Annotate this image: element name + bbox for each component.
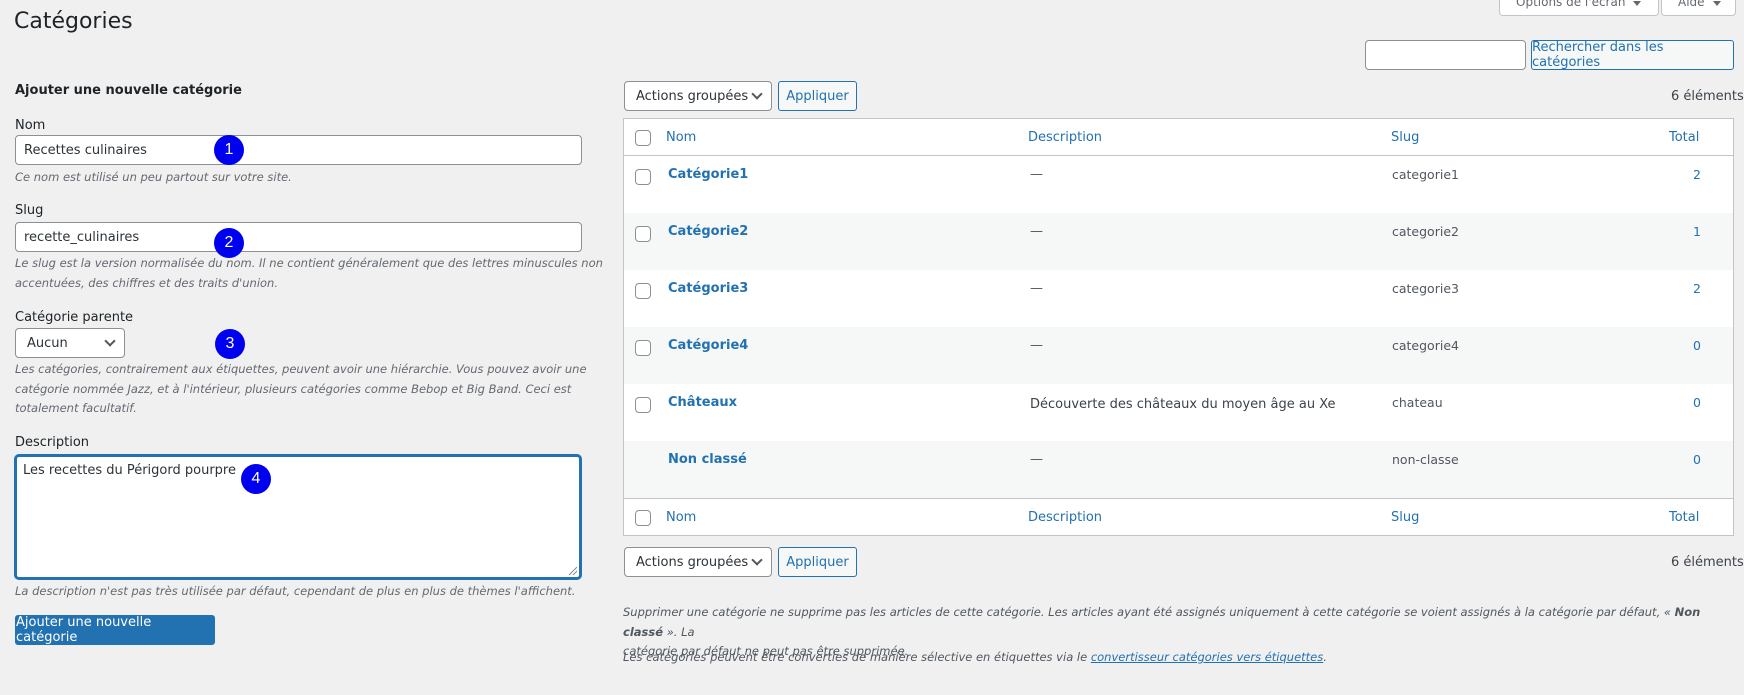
column-slug-footer[interactable]: Slug	[1391, 510, 1419, 525]
category-total-link[interactable]: 0	[1693, 395, 1701, 410]
category-description: —	[1030, 338, 1043, 353]
parent-category-value: Aucun	[27, 335, 68, 351]
chevron-down-icon	[751, 554, 763, 566]
category-name-link[interactable]: Catégorie2	[668, 224, 748, 239]
parent-hint-line-2: catégorie nommée Jazz, et à l'intérieur,…	[15, 382, 572, 396]
category-description: —	[1030, 281, 1043, 296]
page-title: Catégories	[14, 9, 133, 34]
category-total-link[interactable]: 0	[1693, 452, 1701, 467]
parent-hint-line-3: totalement facultatif.	[15, 401, 137, 415]
name-hint: Ce nom est utilisé un peu partout sur vo…	[15, 170, 292, 184]
marker-1: 1	[214, 135, 244, 165]
column-description-footer[interactable]: Description	[1028, 510, 1102, 525]
category-total-link[interactable]: 2	[1693, 281, 1701, 296]
table-row: Catégorie4 — categorie4 0	[624, 327, 1733, 384]
name-label: Nom	[15, 118, 46, 133]
apply-button-bottom[interactable]: Appliquer	[778, 547, 857, 577]
table-row: Châteaux Découverte des châteaux du moye…	[624, 384, 1733, 441]
row-checkbox[interactable]	[635, 169, 651, 185]
delete-note-text-a: Supprimer une catégorie ne supprime pas …	[623, 605, 1671, 619]
parent-category-label: Catégorie parente	[15, 310, 134, 325]
help-tab[interactable]: Aide	[1661, 0, 1736, 16]
parent-hint-line-1: Les catégories, contrairement aux étique…	[15, 362, 587, 376]
triangle-down-icon	[1633, 1, 1642, 6]
search-input[interactable]	[1365, 40, 1526, 70]
category-total-link[interactable]: 0	[1693, 338, 1701, 353]
column-total-footer[interactable]: Total	[1669, 510, 1699, 525]
row-checkbox[interactable]	[635, 397, 651, 413]
parent-category-select[interactable]: Aucun	[15, 328, 125, 358]
column-total[interactable]: Total	[1669, 130, 1699, 145]
category-description: —	[1030, 167, 1043, 182]
categories-table: Nom Description Slug Total Catégorie1 — …	[623, 118, 1734, 536]
chevron-down-icon	[104, 335, 116, 347]
slug-hint-line-2: accentuées, des chiffres et des traits d…	[15, 276, 278, 290]
screen-options-label: Options de l'écran	[1516, 0, 1626, 9]
column-slug[interactable]: Slug	[1391, 130, 1419, 145]
bulk-actions-value: Actions groupées	[636, 88, 749, 104]
column-description[interactable]: Description	[1028, 130, 1102, 145]
convert-note: Les catégories peuvent être converties d…	[623, 648, 1733, 668]
description-label: Description	[15, 435, 90, 450]
row-checkbox[interactable]	[635, 226, 651, 242]
table-row: Catégorie2 — categorie2 1	[624, 213, 1733, 270]
table-header: Nom Description Slug Total	[624, 119, 1733, 156]
items-count-bottom: 6 éléments	[1671, 555, 1744, 570]
table-row: Catégorie3 — categorie3 2	[624, 270, 1733, 327]
marker-4: 4	[241, 464, 271, 494]
select-all-checkbox[interactable]	[635, 130, 651, 146]
slug-field[interactable]: recette_culinaires	[15, 222, 582, 252]
help-label: Aide	[1678, 0, 1705, 9]
category-total-link[interactable]: 2	[1693, 167, 1701, 182]
description-value: Les recettes du Périgord pourpre	[23, 463, 236, 478]
row-checkbox[interactable]	[635, 283, 651, 299]
triangle-down-icon	[1712, 1, 1721, 6]
row-checkbox[interactable]	[635, 340, 651, 356]
column-name-footer[interactable]: Nom	[666, 510, 696, 525]
select-all-checkbox-footer[interactable]	[635, 510, 651, 526]
search-categories-button[interactable]: Rechercher dans les catégories	[1531, 40, 1734, 70]
description-hint: La description n'est pas très utilisée p…	[15, 584, 576, 598]
add-category-button[interactable]: Ajouter une nouvelle catégorie	[15, 615, 215, 645]
table-row: Non classé — non-classe 0	[624, 441, 1733, 498]
table-footer: Nom Description Slug Total	[624, 498, 1733, 535]
column-name[interactable]: Nom	[666, 130, 696, 145]
chevron-down-icon	[751, 88, 763, 100]
slug-label: Slug	[15, 203, 44, 218]
category-name-link[interactable]: Non classé	[668, 452, 747, 467]
category-name-link[interactable]: Catégorie1	[668, 167, 748, 182]
bulk-actions-value: Actions groupées	[636, 554, 749, 570]
category-name-link[interactable]: Catégorie3	[668, 281, 748, 296]
marker-2: 2	[214, 228, 244, 258]
slug-hint-line-1: Le slug est la version normalisée du nom…	[15, 256, 603, 270]
category-total-link[interactable]: 1	[1693, 224, 1701, 239]
convert-note-text-b: .	[1323, 650, 1327, 664]
category-name-link[interactable]: Catégorie4	[668, 338, 748, 353]
name-field[interactable]: Recettes culinaires	[15, 135, 582, 165]
category-slug: categorie3	[1392, 281, 1459, 296]
category-slug: chateau	[1392, 395, 1443, 410]
marker-3: 3	[215, 329, 245, 359]
resize-handle-icon[interactable]	[569, 567, 577, 575]
category-description: —	[1030, 224, 1043, 239]
items-count-top: 6 éléments	[1671, 89, 1744, 104]
category-slug: categorie1	[1392, 167, 1459, 182]
bulk-actions-select-bottom[interactable]: Actions groupées	[624, 547, 772, 577]
category-slug: non-classe	[1392, 452, 1459, 467]
add-category-heading: Ajouter une nouvelle catégorie	[15, 83, 242, 98]
apply-button-top[interactable]: Appliquer	[778, 81, 857, 111]
screen-options-tab[interactable]: Options de l'écran	[1499, 0, 1659, 16]
category-description: —	[1030, 452, 1043, 467]
category-slug: categorie4	[1392, 338, 1459, 353]
category-description: Découverte des châteaux du moyen âge au …	[1030, 397, 1336, 412]
delete-note-text-b: ». La	[666, 624, 695, 639]
bulk-actions-select-top[interactable]: Actions groupées	[624, 81, 772, 111]
category-slug: categorie2	[1392, 224, 1459, 239]
converter-link[interactable]: convertisseur catégories vers étiquettes	[1091, 650, 1323, 664]
convert-note-text-a: Les catégories peuvent être converties d…	[623, 650, 1088, 664]
table-row: Catégorie1 — categorie1 2	[624, 156, 1733, 213]
description-textarea[interactable]: Les recettes du Périgord pourpre	[15, 455, 581, 579]
category-name-link[interactable]: Châteaux	[668, 395, 737, 410]
